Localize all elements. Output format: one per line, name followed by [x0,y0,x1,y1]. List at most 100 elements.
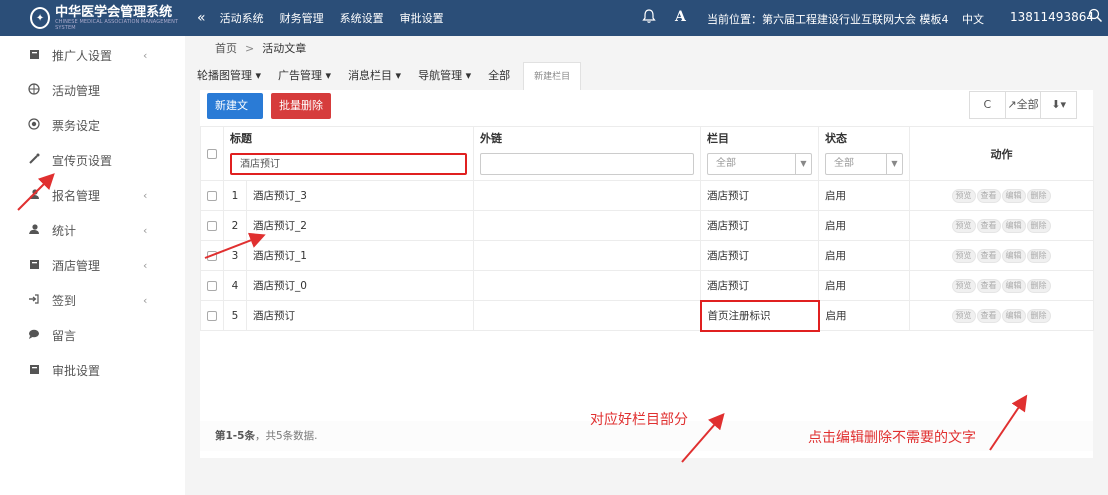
edit-button[interactable]: 编辑 [1001,218,1026,233]
select-all-checkbox[interactable] [207,149,217,159]
row-title: 酒店预订_1 [246,240,474,271]
chevron-left-icon: ‹ [143,294,148,307]
export-dropdown-icon[interactable]: ⬇▾ [1041,92,1076,118]
header-title[interactable]: 标题 [223,126,474,149]
collapse-sidebar-icon[interactable]: « [197,10,206,26]
user-icon [27,188,41,203]
sidebar-item-1[interactable]: 活动管理 [0,73,185,108]
edit-button[interactable]: 编辑 [1001,278,1026,293]
bell-icon[interactable] [642,9,656,28]
tab-messages[interactable]: 消息栏目 ▾ [348,62,401,90]
table-row[interactable]: 4 酒店预订_0 酒店预订 启用 预览 查看 编辑 删除 [200,270,1094,301]
sidebar-item-8[interactable]: 留言 [0,318,185,353]
column-filter-select[interactable]: 全部 ▼ [707,153,812,176]
edit-button[interactable]: 编辑 [1001,188,1026,203]
column-filter-value: 全部 [716,158,736,170]
row-column: 酒店预订 [700,210,819,241]
table-row[interactable]: 2 酒店预订_2 酒店预订 启用 预览 查看 编辑 删除 [200,210,1094,241]
delete-button[interactable]: 删除 [1026,278,1051,293]
preview-button[interactable]: 预览 [951,248,976,263]
delete-button[interactable]: 删除 [1026,218,1051,233]
header-status[interactable]: 状态 [818,126,910,149]
row-checkbox[interactable] [207,280,217,291]
row-checkbox[interactable] [207,190,217,201]
sidebar-item-9[interactable]: 审批设置 [0,353,185,388]
sidebar-item-label: 审批设置 [52,364,101,378]
preview-button[interactable]: 预览 [951,188,976,203]
preview-button[interactable]: 预览 [951,218,976,233]
view-button[interactable]: 查看 [976,278,1001,293]
breadcrumb-current: 活动文章 [262,42,307,55]
sidebar-item-7[interactable]: 签到 ‹ [0,283,185,318]
tab-new-column[interactable]: 新建栏目 [523,62,582,90]
top-menu-system-settings[interactable]: 系统设置 [340,10,384,26]
tab-carousel[interactable]: 轮播图管理 ▾ [197,62,261,90]
delete-button[interactable]: 删除 [1026,248,1051,263]
view-button[interactable]: 查看 [976,248,1001,263]
link-filter-input[interactable] [480,153,694,176]
sidebar-item-label: 宣传页设置 [52,154,113,168]
top-menu-activity-system[interactable]: 活动系统 [220,10,264,26]
breadcrumb-separator: > [245,42,255,55]
status-filter-select[interactable]: 全部 ▼ [825,153,903,176]
delete-button[interactable]: 删除 [1026,188,1051,203]
row-link [473,270,701,301]
language-switch[interactable]: 中文 [962,11,984,27]
preview-button[interactable]: 预览 [951,308,976,323]
view-button[interactable]: 查看 [976,218,1001,233]
search-icon[interactable] [1088,8,1103,27]
top-menu-finance[interactable]: 财务管理 [280,10,324,26]
top-menu-approval-settings[interactable]: 审批设置 [400,10,444,26]
sidebar-item-0[interactable]: 推广人设置 ‹ [0,38,185,73]
row-checkbox-cell [200,180,224,211]
sidebar-item-5[interactable]: 统计 ‹ [0,213,185,248]
preview-button[interactable]: 预览 [951,278,976,293]
sidebar-item-6[interactable]: 酒店管理 ‹ [0,248,185,283]
row-checkbox[interactable] [207,250,217,261]
sidebar-item-3[interactable]: 宣传页设置 [0,143,185,178]
delete-button[interactable]: 删除 [1026,308,1051,323]
row-number: 5 [223,300,247,331]
table-row[interactable]: 3 酒店预订_1 酒店预订 启用 预览 查看 编辑 删除 [200,240,1094,271]
sidebar-menu: 推广人设置 ‹ 活动管理 票务设定 宣传页设置 报名管理 ‹ 统计 ‹ 酒店管理 ‹ 签到 ‹ 留言 审批设… [0,36,185,388]
refresh-icon[interactable]: C [970,92,1006,118]
table-row[interactable]: 1 酒店预订_3 酒店预订 启用 预览 查看 编辑 删除 [200,180,1094,211]
row-column: 酒店预订 [700,240,819,271]
sidebar-item-label: 留言 [52,329,77,343]
row-title: 酒店预订_2 [246,210,474,241]
row-checkbox-cell [200,210,224,241]
sidebar-item-label: 报名管理 [52,189,101,203]
table-row[interactable]: 5 酒店预订 首页注册标识 启用 预览 查看 编辑 删除 [200,299,1094,332]
tab-all[interactable]: 全部 [488,62,510,90]
user-account[interactable]: 13811493864 [1010,10,1094,24]
header-link[interactable]: 外链 [473,126,701,149]
edit-button[interactable]: 编辑 [1001,248,1026,263]
tab-navigation[interactable]: 导航管理 ▾ [418,62,471,90]
sidebar-item-label: 酒店管理 [52,259,101,273]
sidebar-item-4[interactable]: 报名管理 ‹ [0,178,185,213]
font-size-icon[interactable]: A [675,9,686,25]
title-filter-cell: 酒店预订 [223,148,474,181]
summary-total: ，共5条数据. [254,430,318,442]
sidebar-item-2[interactable]: 票务设定 [0,108,185,143]
breadcrumb-home[interactable]: 首页 [215,42,237,55]
tab-ads[interactable]: 广告管理 ▾ [278,62,331,90]
row-number: 1 [223,180,247,211]
title-filter-input[interactable]: 酒店预订 [230,153,467,176]
row-checkbox[interactable] [207,310,217,321]
header-column[interactable]: 栏目 [700,126,819,149]
row-checkbox-cell [200,300,224,331]
new-article-button[interactable]: 新建文章 [207,93,263,138]
view-button[interactable]: 查看 [976,308,1001,323]
expand-all-button[interactable]: ↗全部 [1006,92,1042,118]
row-checkbox[interactable] [207,220,217,231]
logo[interactable]: 中华医学会管理系统 CHINESE MEDICAL ASSOCIATION MA… [55,5,185,31]
row-status: 启用 [818,180,910,211]
chevron-left-icon: ‹ [143,224,148,237]
batch-delete-button[interactable]: 批量删除 [271,93,331,119]
row-link [473,210,701,241]
view-button[interactable]: 查看 [976,188,1001,203]
panel-toolbar [200,90,1093,126]
edit-button[interactable]: 编辑 [1001,308,1026,323]
row-title: 酒店预订_0 [246,270,474,301]
